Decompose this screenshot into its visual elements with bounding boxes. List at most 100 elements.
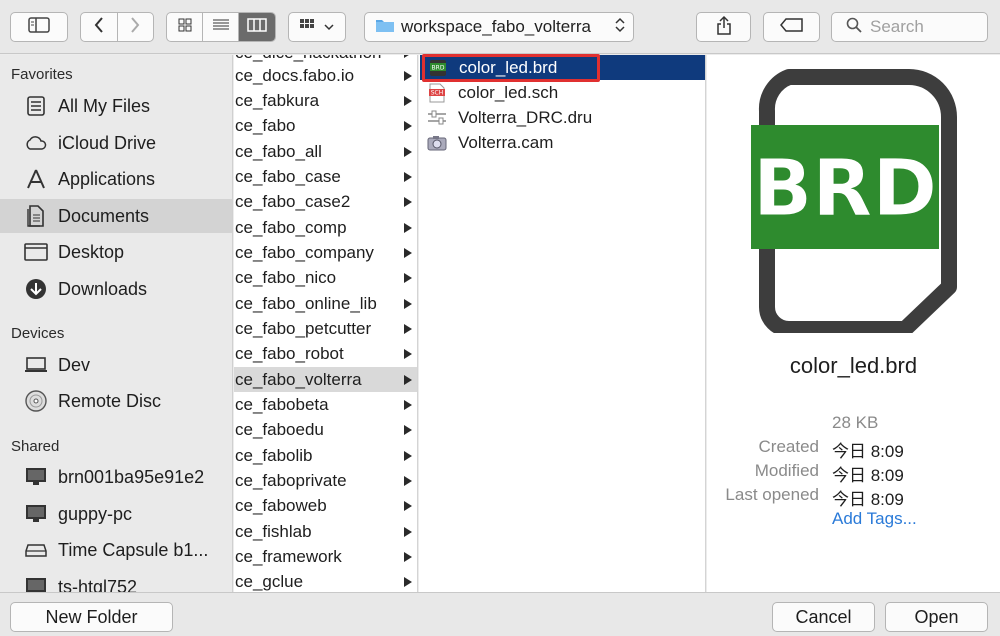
group-by-button[interactable] [288, 12, 346, 42]
list-item[interactable]: ce_fabo_all [234, 139, 417, 164]
sidebar-item-label: Documents [58, 205, 150, 226]
sidebar: Favorites All My Files iCloud Drive Appl… [0, 55, 233, 592]
file-row[interactable]: Volterra_DRC.dru [419, 105, 705, 130]
modified-label: Modified [754, 461, 819, 480]
sidebar-item-remote-disc[interactable]: Remote Disc [0, 384, 232, 418]
path-popup[interactable]: workspace_fabo_volterra [364, 12, 634, 42]
open-button[interactable]: Open [885, 602, 988, 632]
preview-pane: BRD color_led.brd 28 KB Created 今日 8:09 … [707, 55, 1000, 592]
share-button[interactable] [696, 12, 751, 42]
list-item[interactable]: ce_fabo [234, 113, 417, 138]
svg-text:SCH: SCH [431, 89, 444, 96]
cancel-button[interactable]: Cancel [772, 602, 875, 632]
sidebar-item-desktop[interactable]: Desktop [0, 235, 232, 269]
new-folder-button[interactable]: New Folder [10, 602, 173, 632]
column-view-button[interactable] [238, 13, 275, 41]
list-item[interactable]: ce_fabkura [234, 88, 417, 113]
brd-file-icon: BRD [428, 58, 448, 78]
list-item[interactable]: ce_fabolib [234, 443, 417, 468]
back-forward-control [80, 12, 154, 42]
file-row[interactable]: SCH color_led.sch [419, 80, 705, 105]
list-item[interactable]: ce_faboedu [234, 417, 417, 442]
list-item[interactable]: ce_fabo_case [234, 164, 417, 189]
preview-icon-text: BRD [753, 144, 937, 234]
tag-icon [779, 17, 804, 37]
file-row[interactable]: Volterra.cam [419, 130, 705, 155]
disclosure-arrow-icon [404, 146, 412, 157]
list-item[interactable]: ce_fabo_online_lib [234, 291, 417, 316]
disclosure-arrow-icon [404, 171, 412, 182]
sidebar-item-ts-htgl752[interactable]: ts-htgl752 [0, 570, 232, 593]
devices-header: Devices [11, 325, 65, 342]
list-item[interactable]: ce_fishlab [234, 519, 417, 544]
sidebar-item-dev[interactable]: Dev [0, 348, 232, 382]
documents-icon [24, 204, 48, 228]
cam-file-icon [427, 133, 447, 153]
monitor-icon [24, 502, 48, 526]
list-icon [212, 18, 230, 37]
preview-size: 28 KB [832, 413, 879, 432]
sidebar-item-label: iCloud Drive [58, 132, 157, 153]
list-item[interactable]: ce_fabo_petcutter [234, 316, 417, 341]
disclosure-arrow-icon [404, 55, 412, 58]
list-item[interactable]: ce_framework [234, 544, 417, 569]
disclosure-arrow-icon [404, 374, 412, 385]
sidebar-item-label: ts-htgl752 [58, 576, 138, 593]
sidebar-item-brn001ba95e91e2[interactable]: brn001ba95e91e2 [0, 460, 232, 494]
sidebar-item-applications[interactable]: Applications [0, 162, 232, 196]
monitor-icon [24, 575, 48, 592]
file-column: BRD color_led.brd SCH color_led.sch Volt… [419, 55, 706, 592]
list-item-selected[interactable]: ce_fabo_volterra [234, 367, 417, 392]
sidebar-item-documents[interactable]: Documents [0, 199, 232, 233]
toolbar: workspace_fabo_volterra Search [0, 0, 1000, 54]
back-button[interactable] [81, 13, 118, 41]
list-item[interactable]: ce_gclue [234, 569, 417, 592]
disclosure-arrow-icon [404, 222, 412, 233]
list-item[interactable]: ce_docs.fabo.io [234, 63, 417, 88]
icon-view-button[interactable] [167, 13, 204, 41]
sidebar-item-time-capsule[interactable]: Time Capsule b1... [0, 533, 232, 567]
list-item[interactable]: ce_fabo_comp [234, 215, 417, 240]
add-tags-link[interactable]: Add Tags... [832, 509, 917, 529]
drive-icon [24, 538, 48, 562]
desktop-icon [24, 240, 48, 264]
chevron-down-icon [324, 18, 334, 36]
sidebar-item-label: All My Files [58, 95, 151, 116]
download-icon [24, 277, 48, 301]
disclosure-arrow-icon [404, 424, 412, 435]
path-label: workspace_fabo_volterra [401, 17, 591, 36]
sidebar-item-guppy-pc[interactable]: guppy-pc [0, 497, 232, 531]
forward-button[interactable] [118, 13, 154, 41]
folder-column: ce_dice_hackathon ce_docs.fabo.io ce_fab… [234, 55, 418, 592]
file-row-selected[interactable]: BRD color_led.brd [420, 55, 705, 80]
disclosure-arrow-icon [404, 70, 412, 81]
list-item[interactable]: ce_fabobeta [234, 392, 417, 417]
list-item[interactable]: ce_faboweb [234, 493, 417, 518]
list-item[interactable]: ce_fabo_robot [234, 341, 417, 366]
sidebar-toggle-button[interactable] [10, 12, 68, 42]
sidebar-item-all-my-files[interactable]: All My Files [0, 89, 232, 123]
list-item[interactable]: ce_fabo_nico [234, 265, 417, 290]
sidebar-item-icloud-drive[interactable]: iCloud Drive [0, 126, 232, 160]
sidebar-item-label: Applications [58, 168, 156, 189]
grid-icon [178, 18, 192, 37]
group-grid-icon [300, 18, 320, 36]
list-item[interactable]: ce_faboprivate [234, 468, 417, 493]
list-item[interactable]: ce_fabo_case2 [234, 189, 417, 214]
updown-chevron-icon [615, 17, 625, 38]
cloud-icon [24, 131, 48, 155]
disclosure-arrow-icon [404, 298, 412, 309]
share-icon [716, 15, 732, 40]
disclosure-arrow-icon [404, 323, 412, 334]
list-view-button[interactable] [203, 13, 239, 41]
tags-button[interactable] [763, 12, 820, 42]
search-field[interactable]: Search [831, 12, 988, 42]
disc-icon [24, 389, 48, 413]
disclosure-arrow-icon [404, 450, 412, 461]
disclosure-arrow-icon [404, 551, 412, 562]
list-item[interactable]: ce_fabo_company [234, 240, 417, 265]
last-opened-label: Last opened [725, 485, 819, 504]
sidebar-item-downloads[interactable]: Downloads [0, 272, 232, 306]
shared-header: Shared [11, 438, 60, 455]
disclosure-arrow-icon [404, 500, 412, 511]
